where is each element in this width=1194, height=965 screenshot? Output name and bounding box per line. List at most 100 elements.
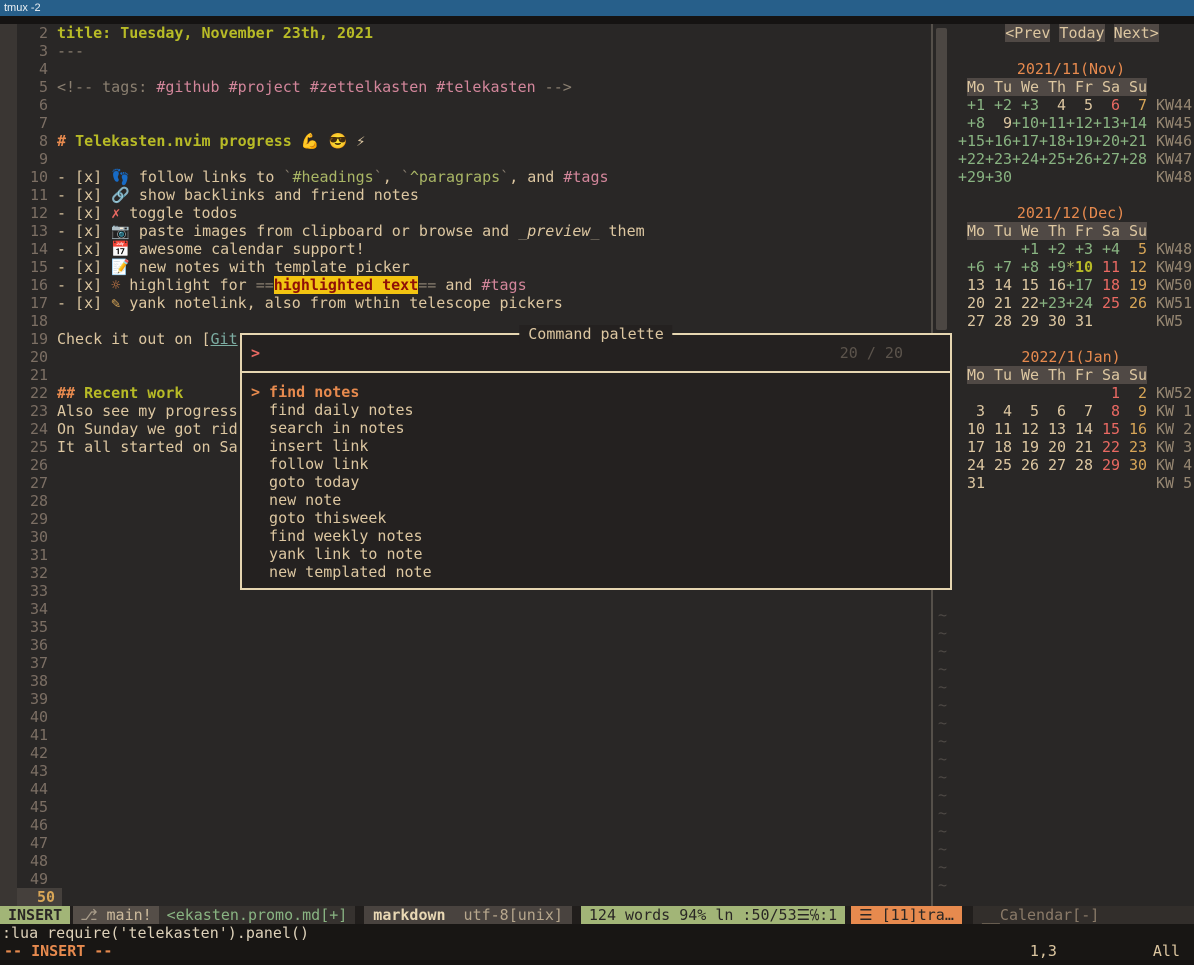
editor-line[interactable]: 7 [17,114,931,132]
calendar-day-cell[interactable]: +8 [958,114,985,132]
calendar-day-cell[interactable]: 5 [1012,402,1039,420]
editor-line[interactable]: 5<!-- tags: #github #project #zettelkast… [17,78,931,96]
calendar-day-cell[interactable]: +23 [985,150,1012,168]
calendar-day-cell[interactable]: 7 [1120,96,1147,114]
calendar-day-cell[interactable]: 30 [1120,456,1147,474]
calendar-day-cell[interactable]: 5 [1066,96,1093,114]
editor-line[interactable]: 49 [17,870,931,888]
calendar-day-cell[interactable]: 11 [985,420,1012,438]
calendar-day-cell[interactable]: +19 [1066,132,1093,150]
calendar-day-cell[interactable]: 13 [958,276,985,294]
editor-line[interactable]: 18 [17,312,931,330]
calendar-day-cell[interactable]: 10 [958,420,985,438]
calendar-day-cell[interactable]: +14 [1120,114,1147,132]
calendar-day-cell[interactable]: +29 [958,168,985,186]
editor-line[interactable]: 43 [17,762,931,780]
calendar-day-cell[interactable]: 25 [985,456,1012,474]
calendar-prev-button[interactable]: <Prev [1005,24,1050,42]
calendar-day-cell[interactable]: +8 [1012,258,1039,276]
calendar-day-cell[interactable]: 22 [1012,294,1039,312]
palette-item[interactable]: follow link [242,455,950,473]
calendar-day-cell[interactable]: +18 [1039,132,1066,150]
calendar-day-cell[interactable]: 30 [1039,312,1066,330]
calendar-day-cell[interactable]: 13 [1039,420,1066,438]
calendar-day-cell[interactable]: 8 [1093,402,1120,420]
calendar-day-cell[interactable]: +27 [1093,150,1120,168]
calendar-day-cell[interactable]: 28 [1066,456,1093,474]
calendar-day-cell[interactable]: 26 [1120,294,1147,312]
calendar-day-cell[interactable]: 17 [958,438,985,456]
calendar-day-cell[interactable]: 19 [1120,276,1147,294]
editor-line[interactable]: 46 [17,816,931,834]
calendar-day-cell[interactable]: 1 [1093,384,1120,402]
calendar-day-cell[interactable]: 7 [1066,402,1093,420]
calendar-day-cell[interactable]: 21 [985,294,1012,312]
calendar-day-cell[interactable]: 4 [985,402,1012,420]
editor-line[interactable]: 44 [17,780,931,798]
calendar-day-cell[interactable]: 31 [958,474,985,492]
calendar-day-cell[interactable]: 20 [1039,438,1066,456]
calendar-day-cell[interactable]: +17 [1066,276,1093,294]
calendar-day-cell[interactable]: +1 [1012,240,1039,258]
calendar-day-cell[interactable]: +9 [1039,258,1066,276]
editor-line[interactable]: 11- [x] 🔗 show backlinks and friend note… [17,186,931,204]
calendar-day-cell[interactable]: 25 [1093,294,1120,312]
editor-line[interactable]: 37 [17,654,931,672]
calendar-day-cell[interactable]: 20 [958,294,985,312]
calendar-next-button[interactable]: Next> [1114,24,1159,42]
calendar-day-cell[interactable]: *10 [1066,258,1093,276]
calendar-day-cell[interactable]: +23 [1039,294,1066,312]
editor-line[interactable]: 10- [x] 👣 follow links to `#headings`, `… [17,168,931,186]
editor-line[interactable]: 38 [17,672,931,690]
calendar-day-cell[interactable]: +28 [1120,150,1147,168]
calendar-day-cell[interactable]: 12 [1120,258,1147,276]
calendar-day-cell[interactable]: 27 [958,312,985,330]
calendar-day-cell[interactable]: +3 [1012,96,1039,114]
editor-line[interactable]: 45 [17,798,931,816]
calendar-day-cell[interactable]: +6 [958,258,985,276]
editor-line[interactable]: 13- [x] 📷 paste images from clipboard or… [17,222,931,240]
calendar-day-cell[interactable]: +26 [1066,150,1093,168]
calendar-day-cell[interactable]: 16 [1120,420,1147,438]
editor-line[interactable]: 15- [x] 📝 new notes with template picker [17,258,931,276]
editor-line[interactable]: 34 [17,600,931,618]
calendar-day-cell[interactable]: 6 [1093,96,1120,114]
calendar-day-cell[interactable]: 27 [1039,456,1066,474]
editor-line[interactable]: 39 [17,690,931,708]
calendar-day-cell[interactable]: 5 [1120,240,1147,258]
calendar-day-cell[interactable]: +30 [985,168,1012,186]
editor-line[interactable]: 6 [17,96,931,114]
editor-line[interactable]: 9 [17,150,931,168]
calendar-day-cell[interactable]: +2 [985,96,1012,114]
editor-line[interactable]: 14- [x] 📅 awesome calendar support! [17,240,931,258]
editor-line[interactable]: 42 [17,744,931,762]
calendar-day-cell[interactable]: +16 [985,132,1012,150]
calendar-day-cell[interactable]: 15 [1012,276,1039,294]
editor-line[interactable]: 35 [17,618,931,636]
calendar-day-cell[interactable]: 18 [985,438,1012,456]
editor-line[interactable]: 48 [17,852,931,870]
calendar-day-cell[interactable]: +22 [958,150,985,168]
calendar-day-cell[interactable]: +11 [1039,114,1066,132]
editor-line[interactable]: 50 [17,888,931,906]
calendar-day-cell[interactable]: 29 [1012,312,1039,330]
palette-item[interactable]: find weekly notes [242,527,950,545]
calendar-day-cell[interactable]: +4 [1093,240,1120,258]
calendar-day-cell[interactable]: 22 [1093,438,1120,456]
calendar-day-cell[interactable]: +15 [958,132,985,150]
command-line[interactable]: :lua require('telekasten').panel() [0,924,1194,942]
palette-item[interactable]: new note [242,491,950,509]
calendar-day-cell[interactable]: +2 [1039,240,1066,258]
calendar-day-cell[interactable]: 3 [958,402,985,420]
calendar-window[interactable]: <Prev Today Next> 2021/11(Nov)MoTuWeThFr… [948,24,1194,906]
palette-item[interactable]: search in notes [242,419,950,437]
calendar-day-cell[interactable]: 31 [1066,312,1093,330]
editor-line[interactable]: 40 [17,708,931,726]
scrollbar-thumb[interactable] [936,28,947,330]
calendar-day-cell[interactable]: +13 [1093,114,1120,132]
calendar-day-cell[interactable]: 24 [958,456,985,474]
palette-item[interactable]: new templated note [242,563,950,581]
editor-line[interactable]: 16- [x] ☼ highlight for ==highlighted te… [17,276,931,294]
calendar-day-cell[interactable]: +7 [985,258,1012,276]
calendar-day-cell[interactable]: 2 [1120,384,1147,402]
